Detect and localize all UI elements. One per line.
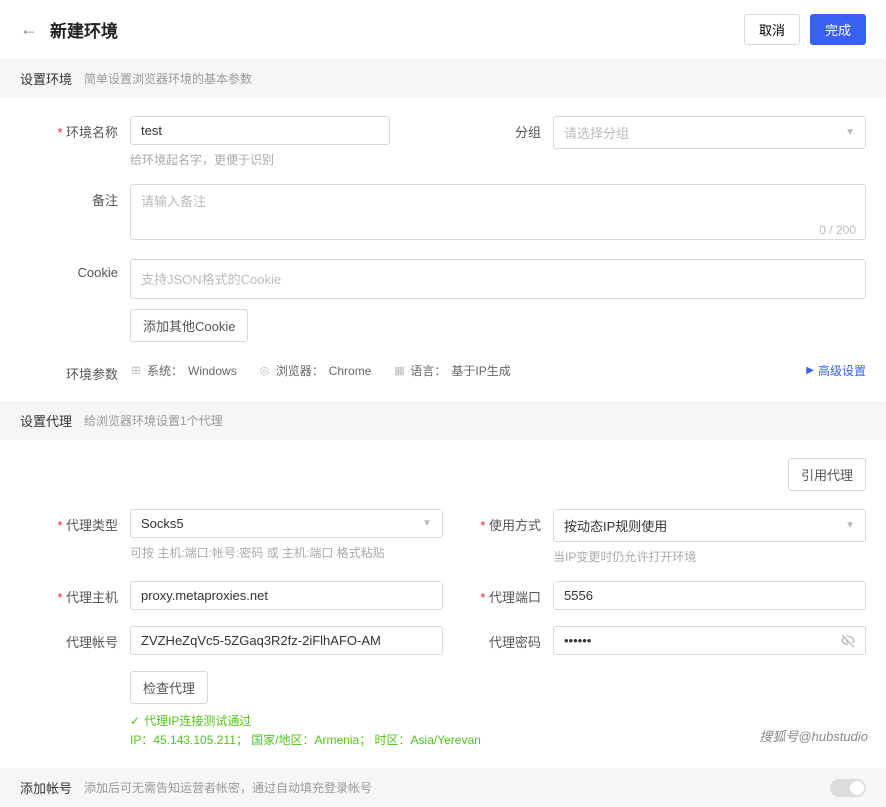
group-label: 分组 <box>443 116 553 168</box>
proxy-section-title: 设置代理 <box>20 411 72 430</box>
remark-textarea[interactable] <box>130 184 866 240</box>
env-section-title: 设置环境 <box>20 69 72 88</box>
proxy-pass-input[interactable] <box>553 626 866 655</box>
param-language: ▦ 语言：基于IP生成 <box>393 362 510 379</box>
quote-proxy-button[interactable]: 引用代理 <box>788 458 866 491</box>
proxy-pass-label: 代理密码 <box>443 626 553 655</box>
proxy-port-label: 代理端口 <box>443 581 553 610</box>
proxy-host-label: 代理主机 <box>20 581 130 610</box>
chevron-down-icon: ▼ <box>845 520 855 531</box>
proxy-mode-select[interactable]: 按动态IP规则使用 ▼ <box>553 509 866 542</box>
account-section-desc: 添加后可无需告知运营者帐密，通过自动填充登录帐号 <box>84 779 372 796</box>
env-name-label: 环境名称 <box>20 116 130 168</box>
advanced-settings-link[interactable]: ▶ 高级设置 <box>806 362 866 379</box>
env-section-header: 设置环境 简单设置浏览器环境的基本参数 <box>0 59 886 98</box>
remark-label: 备注 <box>20 184 130 243</box>
param-os: ⊞ 系统：Windows <box>130 362 237 379</box>
windows-icon: ⊞ <box>130 365 142 377</box>
proxy-port-input[interactable] <box>553 581 866 610</box>
chrome-icon: ◎ <box>259 365 271 377</box>
proxy-status-ok: ✓ 代理IP连接测试通过 <box>130 712 866 729</box>
proxy-section-desc: 给浏览器环境设置1个代理 <box>84 412 223 429</box>
group-select[interactable]: 请选择分组 ▼ <box>553 116 866 149</box>
env-section-desc: 简单设置浏览器环境的基本参数 <box>84 70 252 87</box>
proxy-host-input[interactable] <box>130 581 443 610</box>
eye-off-icon[interactable] <box>840 633 856 652</box>
cookie-input[interactable] <box>130 259 866 299</box>
env-name-hint: 给环境起名字，更便于识别 <box>130 151 443 168</box>
cookie-label: Cookie <box>20 259 130 342</box>
account-toggle[interactable] <box>830 779 866 797</box>
page-title: 新建环境 <box>50 17 118 42</box>
proxy-type-hint: 可按 主机:端口:帐号:密码 或 主机:端口 格式粘贴 <box>130 544 443 561</box>
back-arrow-icon[interactable]: ← <box>20 19 38 40</box>
proxy-type-select[interactable]: Socks5 ▼ <box>130 509 443 538</box>
account-section-header: 添加帐号 添加后可无需告知运营者帐密，通过自动填充登录帐号 <box>0 768 886 807</box>
add-cookie-button[interactable]: 添加其他Cookie <box>130 309 248 342</box>
group-placeholder: 请选择分组 <box>564 123 629 142</box>
check-proxy-button[interactable]: 检查代理 <box>130 671 208 704</box>
account-section-title: 添加帐号 <box>20 778 72 797</box>
triangle-right-icon: ▶ <box>806 365 814 376</box>
done-button[interactable]: 完成 <box>810 14 866 45</box>
proxy-user-input[interactable] <box>130 626 443 655</box>
chevron-down-icon: ▼ <box>845 127 855 138</box>
proxy-type-label: 代理类型 <box>20 509 130 565</box>
proxy-section-header: 设置代理 给浏览器环境设置1个代理 <box>0 401 886 440</box>
language-icon: ▦ <box>393 365 405 377</box>
env-name-input[interactable] <box>130 116 390 145</box>
env-params-label: 环境参数 <box>20 358 130 383</box>
proxy-status-info: IP：45.143.105.211； 国家/地区：Armenia； 时区：Asi… <box>130 731 866 750</box>
check-circle-icon: ✓ <box>130 714 140 728</box>
remark-counter: 0 / 200 <box>819 223 856 237</box>
param-browser: ◎ 浏览器：Chrome <box>259 362 372 379</box>
chevron-down-icon: ▼ <box>422 518 432 529</box>
proxy-mode-hint: 当IP变更时仍允许打开环境 <box>553 548 866 565</box>
proxy-user-label: 代理帐号 <box>20 626 130 655</box>
proxy-mode-label: 使用方式 <box>443 509 553 565</box>
cancel-button[interactable]: 取消 <box>744 14 800 45</box>
